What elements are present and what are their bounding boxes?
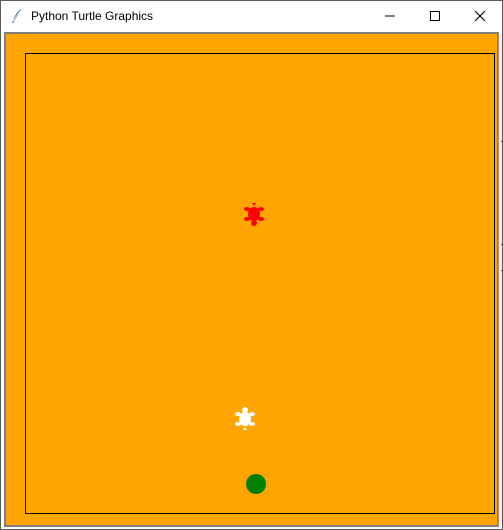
minimize-button[interactable] <box>367 1 412 31</box>
close-button[interactable] <box>457 1 502 31</box>
maximize-button[interactable] <box>412 1 457 31</box>
canvas-background <box>6 34 497 525</box>
green-ball <box>246 474 266 494</box>
minimize-icon <box>384 15 395 17</box>
feather-pen-icon <box>12 9 21 23</box>
title-bar[interactable]: Python Turtle Graphics <box>1 1 502 31</box>
maximize-icon <box>429 11 440 21</box>
canvas-frame <box>4 32 499 527</box>
window-controls <box>367 1 502 31</box>
window-right-edge <box>498 34 502 526</box>
turtle-canvas[interactable] <box>6 34 497 525</box>
turtle-drawing <box>6 34 497 525</box>
turtle-window: Python Turtle Graphics <box>0 0 503 530</box>
window-title: Python Turtle Graphics <box>31 9 154 23</box>
close-icon <box>474 10 485 22</box>
